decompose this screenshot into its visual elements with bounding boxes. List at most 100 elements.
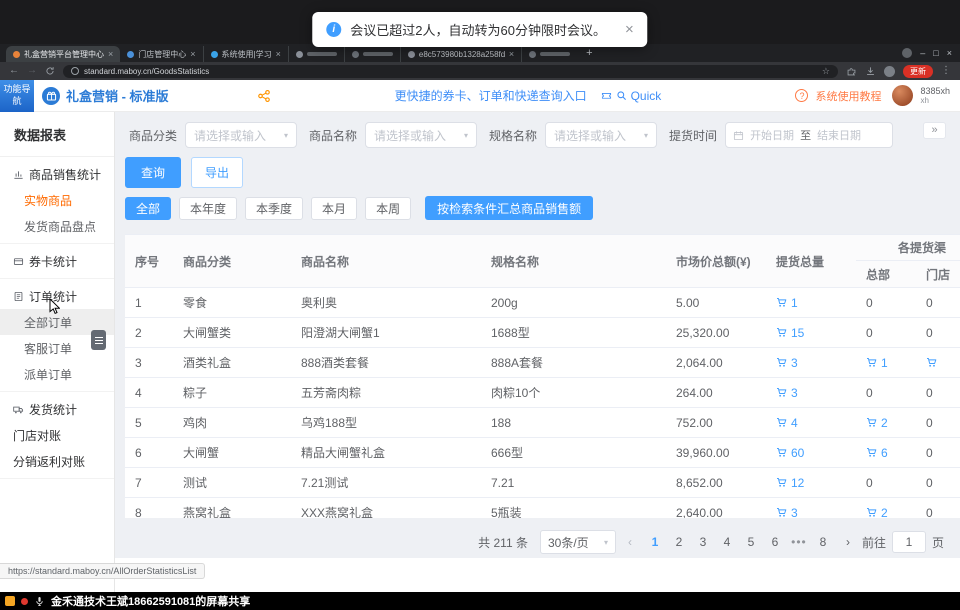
user-name: 8385xh: [920, 86, 950, 96]
category-select[interactable]: 请选择或输入 ▾: [185, 122, 297, 148]
product-name-select[interactable]: 请选择或输入 ▾: [365, 122, 477, 148]
tutorial-link[interactable]: 系统使用教程: [815, 88, 881, 104]
help-icon: ?: [795, 89, 808, 102]
pickup-total-link[interactable]: 15: [766, 326, 856, 340]
page-size-select[interactable]: 30条/页 ▾: [540, 530, 616, 554]
cart-icon: [926, 357, 937, 368]
prev-page-icon[interactable]: ‹: [628, 535, 632, 549]
next-page-icon[interactable]: ›: [846, 535, 850, 549]
bookmark-star-icon[interactable]: ☆: [822, 66, 830, 77]
quick-entry-hint[interactable]: 更快捷的券卡、订单和快递查询入口: [395, 87, 587, 104]
window-minimize-icon[interactable]: –: [920, 48, 925, 58]
cell-name: 888酒类套餐: [291, 354, 481, 371]
pickup-total-link[interactable]: 60: [766, 446, 856, 460]
browser-tab[interactable]: 门店管理中心 ×: [120, 46, 202, 62]
function-nav-button[interactable]: 功能导航: [0, 80, 34, 112]
page-2[interactable]: 2: [668, 535, 690, 549]
hq-pickup-link[interactable]: 2: [856, 506, 916, 519]
browser-profile-icon[interactable]: [902, 48, 912, 58]
extensions-icon[interactable]: [846, 66, 857, 77]
sidebar-item-goods-sales-stats[interactable]: 商品销售统计: [0, 161, 114, 187]
pickup-total-link[interactable]: 3: [766, 386, 856, 400]
panel-expand-button[interactable]: »: [923, 122, 946, 139]
hq-pickup-link[interactable]: 1: [856, 356, 916, 370]
sidebar-item-shipment-inventory[interactable]: 发货商品盘点: [0, 213, 114, 239]
site-info-icon[interactable]: [71, 67, 79, 75]
sidebar-item-physical-goods[interactable]: 实物商品: [0, 187, 114, 213]
sidebar-group-coupon: 券卡统计: [0, 244, 114, 279]
refresh-icon[interactable]: [45, 66, 55, 76]
browser-tab-active[interactable]: 礼盒营销平台管理中心 ×: [6, 46, 120, 62]
sidebar-collapse-handle[interactable]: [91, 330, 106, 350]
browser-tab[interactable]: [344, 46, 400, 62]
pickup-total-link[interactable]: 12: [766, 476, 856, 490]
browser-tab[interactable]: e8c573980b1328a258fd2e6f ×: [400, 46, 521, 62]
tab-close-icon[interactable]: ×: [276, 50, 281, 59]
page-3[interactable]: 3: [692, 535, 714, 549]
search-button[interactable]: 查询: [125, 157, 181, 188]
pickup-date-range[interactable]: 开始日期 至 结束日期: [725, 122, 893, 148]
goto-page-input[interactable]: [892, 531, 926, 553]
tab-favicon: [408, 51, 415, 58]
spec-select[interactable]: 请选择或输入 ▾: [545, 122, 657, 148]
pickup-total-link[interactable]: 3: [766, 506, 856, 519]
page-6[interactable]: 6: [764, 535, 786, 549]
url-field[interactable]: standard.maboy.cn/GoodsStatistics ☆: [63, 65, 838, 78]
browser-avatar[interactable]: [884, 66, 895, 77]
browser-update-button[interactable]: 更新: [903, 65, 933, 78]
tab-close-icon[interactable]: ×: [190, 50, 195, 59]
tab-favicon: [211, 51, 218, 58]
sidebar-group-sales: 商品销售统计 实物商品 发货商品盘点: [0, 157, 114, 244]
sidebar-item-dispatch-orders[interactable]: 派单订单: [0, 361, 114, 387]
page-last[interactable]: 8: [812, 535, 834, 549]
export-button[interactable]: 导出: [191, 157, 243, 188]
page-5[interactable]: 5: [740, 535, 762, 549]
sidebar-item-order-stats[interactable]: 订单统计: [0, 283, 114, 309]
tab-label-placeholder: [307, 52, 337, 56]
pickup-total-link[interactable]: 4: [766, 416, 856, 430]
app-logo[interactable]: 礼盒营销 - 标准版: [42, 86, 169, 105]
hq-pickup-link[interactable]: 6: [856, 446, 916, 460]
browser-tab[interactable]: [521, 46, 577, 62]
store-pickup-link[interactable]: [916, 357, 960, 368]
chevron-down-icon: ▾: [644, 131, 648, 140]
cell-amount: 752.00: [666, 416, 766, 430]
back-icon[interactable]: ←: [9, 66, 19, 76]
range-tab-year[interactable]: 本年度: [179, 197, 237, 220]
tab-close-icon[interactable]: ×: [108, 50, 113, 59]
table-row: 1 零食 奥利奥 200g 5.00 1 0 0: [125, 288, 960, 318]
range-tab-quarter[interactable]: 本季度: [245, 197, 303, 220]
window-close-icon[interactable]: ×: [947, 48, 952, 58]
hq-pickup-link[interactable]: 2: [856, 416, 916, 430]
browser-menu-icon[interactable]: ⋮: [941, 66, 951, 76]
range-tab-month[interactable]: 本月: [311, 197, 357, 220]
sidebar-item-distribution-rebate[interactable]: 分销返利对账: [0, 448, 114, 474]
sidebar: 数据报表 商品销售统计 实物商品 发货商品盘点 券卡统计: [0, 112, 115, 592]
range-tab-all[interactable]: 全部: [125, 197, 171, 220]
new-tab-button[interactable]: +: [577, 47, 601, 59]
tab-close-icon[interactable]: ×: [509, 50, 514, 59]
window-maximize-icon[interactable]: □: [933, 48, 938, 58]
pickup-total-link[interactable]: 1: [766, 296, 856, 310]
mic-icon: [34, 596, 45, 607]
meeting-app-icon: [5, 596, 15, 606]
page-1[interactable]: 1: [644, 535, 666, 549]
more-pages-icon[interactable]: •••: [788, 535, 810, 549]
summary-button[interactable]: 按检索条件汇总商品销售额: [425, 196, 593, 220]
sidebar-item-coupon-stats[interactable]: 券卡统计: [0, 248, 114, 274]
browser-tab[interactable]: [288, 46, 344, 62]
share-center-link[interactable]: 合分享中心: [257, 88, 331, 104]
browser-tab[interactable]: 系统使用|学习 ×: [203, 46, 288, 62]
pickup-total-link[interactable]: 3: [766, 356, 856, 370]
range-tab-week[interactable]: 本周: [365, 197, 411, 220]
sidebar-item-store-reconciliation[interactable]: 门店对账: [0, 422, 114, 448]
sidebar-item-shipping-stats[interactable]: 发货统计: [0, 396, 114, 422]
user-avatar[interactable]: [892, 85, 913, 106]
toast-close-icon[interactable]: ×: [625, 22, 634, 37]
share-center-label: 合分享中心: [276, 88, 331, 104]
forward-icon[interactable]: →: [27, 66, 37, 76]
quick-search-link[interactable]: Quick: [601, 89, 662, 103]
downloads-icon[interactable]: [865, 66, 876, 77]
col-channel-group: 各提货渠: [856, 235, 960, 261]
page-4[interactable]: 4: [716, 535, 738, 549]
